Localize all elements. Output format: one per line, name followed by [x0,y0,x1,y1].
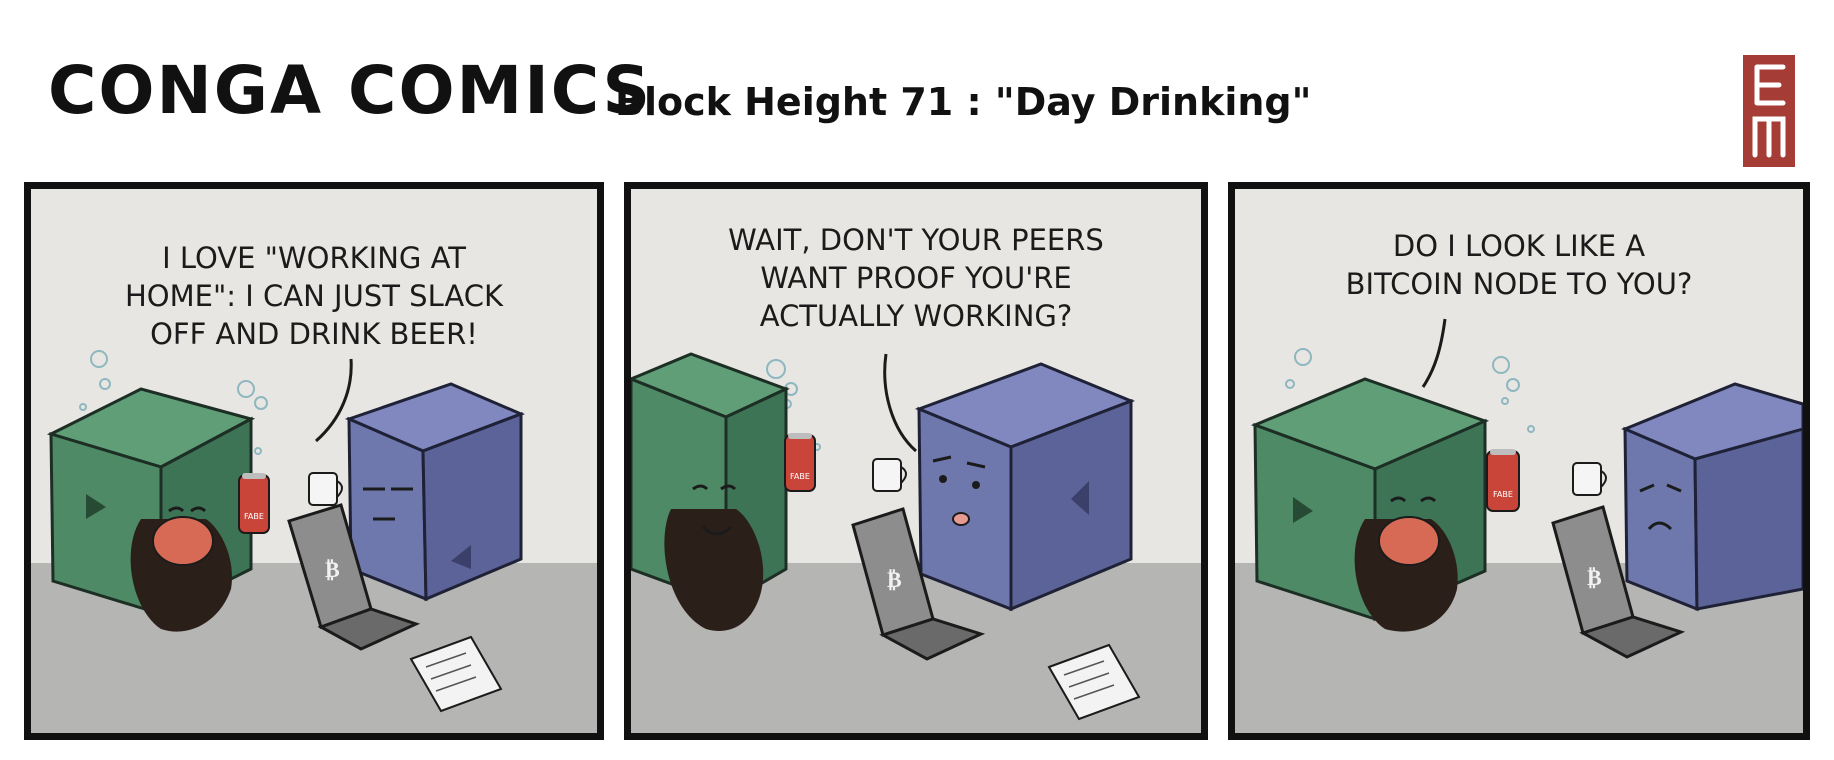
blue-block-character [344,382,526,602]
blue-block-character [914,362,1136,612]
svg-text:FABE: FABE [790,472,810,481]
blue-block-character [1621,382,1803,612]
paper-stack [1047,643,1141,721]
svg-text:FABE: FABE [244,512,264,521]
comic-panel-2: WAIT, DON'T YOUR PEERS WANT PROOF YOU'RE… [624,182,1208,740]
bitcoin-icon: ₿ [1587,566,1602,591]
coffee-mug-icon [1572,462,1607,496]
beer-can-icon: FABE [238,473,270,534]
svg-text:FABE: FABE [1493,490,1513,499]
coffee-mug-icon [308,472,343,506]
beer-can-icon: FABE [1486,449,1520,512]
bitcoin-icon: ₿ [887,568,902,593]
coffee-mug-icon [872,458,907,492]
episode-subtitle: Block Height 71 : "Day Drinking" [615,80,1312,124]
author-logo [1743,55,1795,167]
bitcoin-icon: ₿ [325,558,340,583]
comic-title: CONGA COMICS [48,52,652,129]
speech-tail [1421,318,1447,388]
green-block-character [46,387,256,632]
speech-tail [883,353,917,453]
paper-stack [409,635,503,713]
green-block-character [631,352,790,631]
comic-panel-1: I LOVE "WORKING AT HOME": I CAN JUST SLA… [24,182,604,740]
beer-can-icon: FABE [784,433,816,492]
speech-tail [315,358,353,443]
green-block-character [1250,377,1490,632]
comic-panel-3: DO I LOOK LIKE A BITCOIN NODE TO YOU? FA… [1228,182,1810,740]
